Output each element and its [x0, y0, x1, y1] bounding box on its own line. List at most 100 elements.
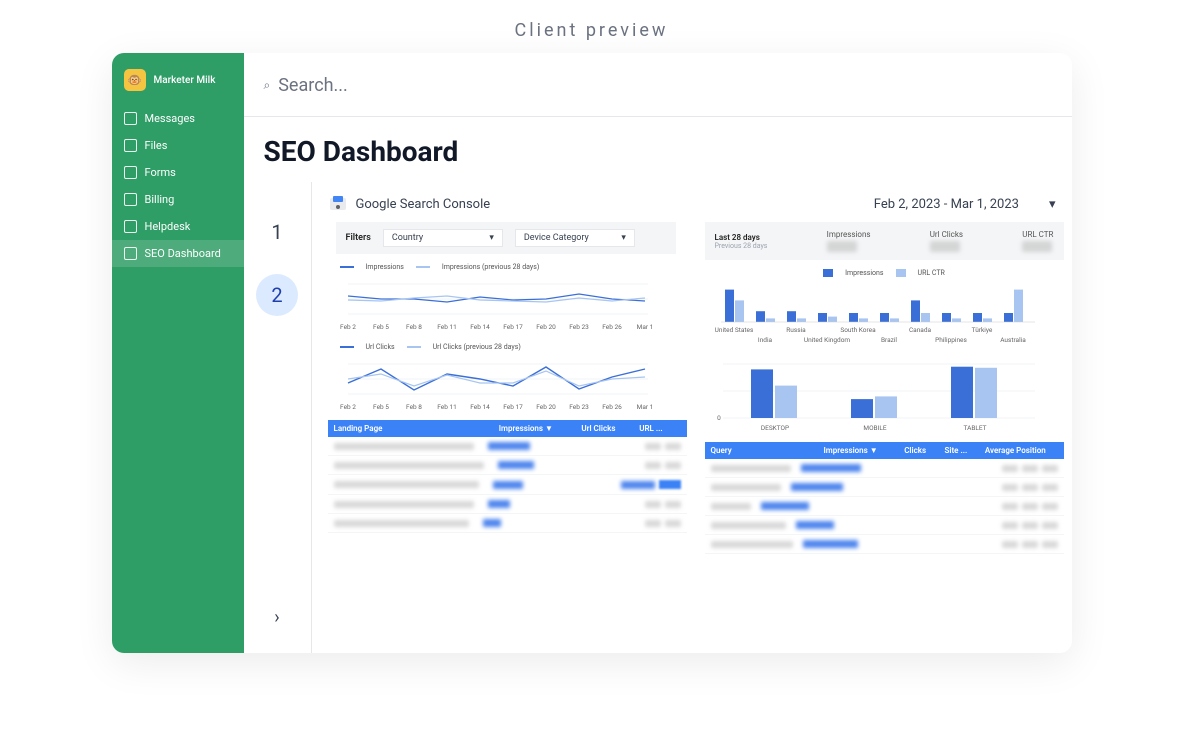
svg-text:Canada: Canada: [908, 326, 931, 334]
sidebar-item-forms[interactable]: Forms: [112, 159, 244, 186]
table-row[interactable]: [328, 456, 687, 475]
svg-text:Russia: Russia: [786, 326, 806, 334]
sidebar-item-seo-dashboard[interactable]: SEO Dashboard: [112, 240, 244, 267]
kpi-period-label: Last 28 days: [715, 233, 768, 242]
landing-page-table: Landing Page Impressions ▼ Url Clicks UR…: [328, 420, 687, 533]
book-icon: [124, 220, 137, 233]
sidebar-item-billing[interactable]: Billing: [112, 186, 244, 213]
country-filter[interactable]: Country▾: [383, 229, 503, 247]
svg-text:Australia: Australia: [1000, 336, 1026, 344]
col-impressions[interactable]: Impressions ▼: [823, 446, 904, 455]
svg-text:Mar 1: Mar 1: [636, 403, 653, 411]
legend-swatch: [896, 269, 906, 277]
svg-text:Feb 11: Feb 11: [437, 403, 457, 411]
google-search-console-icon: [328, 194, 348, 214]
chevron-right-icon[interactable]: ›: [274, 607, 279, 628]
impressions-line-chart: Impressions Impressions (previous 28 day…: [328, 260, 687, 334]
filters-label: Filters: [346, 233, 371, 243]
sidebar-item-label: Forms: [145, 166, 176, 179]
table-row[interactable]: [328, 514, 687, 533]
device-filter[interactable]: Device Category▾: [515, 229, 635, 247]
brand-name: Marketer Milk: [154, 75, 216, 86]
table-row[interactable]: [705, 478, 1064, 497]
embedded-dashboard: Google Search Console Feb 2, 2023 - Mar …: [312, 182, 1072, 653]
table-row[interactable]: [705, 516, 1064, 535]
card-icon: [124, 193, 137, 206]
svg-text:Feb 8: Feb 8: [406, 403, 422, 411]
legend-label: Url Clicks: [366, 343, 395, 351]
dashboard-source-title: Google Search Console: [356, 197, 491, 212]
query-table: Query Impressions ▼ Clicks Site ... Aver…: [705, 442, 1064, 554]
brand-logo-icon: 🐵: [124, 69, 146, 91]
sidebar-item-messages[interactable]: Messages: [112, 105, 244, 132]
svg-text:Türkiye: Türkiye: [971, 326, 992, 334]
svg-text:United Kingdom: United Kingdom: [803, 336, 850, 344]
step-1[interactable]: 1: [271, 220, 282, 244]
svg-text:Feb 17: Feb 17: [503, 403, 523, 411]
gsc-brand: Google Search Console: [328, 194, 491, 214]
svg-text:TABLET: TABLET: [963, 424, 986, 432]
kpi-ctr: URL CTR: [1022, 230, 1053, 252]
step-2[interactable]: 2: [256, 274, 298, 316]
legend-label: Impressions: [845, 269, 883, 277]
table-row[interactable]: [328, 437, 687, 456]
table-header: Landing Page Impressions ▼ Url Clicks UR…: [328, 420, 687, 437]
svg-text:Feb 23: Feb 23: [569, 323, 589, 331]
svg-text:Feb 14: Feb 14: [470, 403, 490, 411]
table-row[interactable]: [705, 459, 1064, 478]
svg-text:Feb 2: Feb 2: [340, 323, 356, 331]
table-row[interactable]: [705, 497, 1064, 516]
col-url[interactable]: URL ...: [639, 424, 680, 433]
col-impressions[interactable]: Impressions ▼: [499, 424, 582, 433]
svg-text:Feb 17: Feb 17: [503, 323, 523, 331]
clicks-line-chart: Url Clicks Url Clicks (previous 28 days)…: [328, 340, 687, 414]
table-row[interactable]: [328, 495, 687, 514]
legend-label: Url Clicks (previous 28 days): [433, 343, 521, 351]
sidebar-item-label: Helpdesk: [145, 220, 191, 233]
message-icon: [124, 112, 137, 125]
brand[interactable]: 🐵 Marketer Milk: [112, 65, 244, 105]
sidebar-item-label: Messages: [145, 112, 195, 125]
main-content: ⌕ Search... SEO Dashboard 1 2 › Google S…: [244, 53, 1072, 653]
svg-text:Feb 20: Feb 20: [536, 403, 556, 411]
clipboard-icon: [124, 166, 137, 179]
col-site[interactable]: Site ...: [945, 446, 985, 455]
svg-text:India: India: [757, 336, 772, 344]
sidebar-item-helpdesk[interactable]: Helpdesk: [112, 213, 244, 240]
sidebar-item-files[interactable]: Files: [112, 132, 244, 159]
svg-text:Feb 5: Feb 5: [373, 323, 389, 331]
date-range-picker[interactable]: Feb 2, 2023 - Mar 1, 2023 ▾: [874, 197, 1056, 212]
col-landing-page[interactable]: Landing Page: [334, 424, 499, 433]
svg-text:Philippines: Philippines: [935, 336, 967, 344]
search-bar[interactable]: ⌕ Search...: [244, 53, 1072, 117]
filters-bar: Filters Country▾ Device Category▾: [336, 222, 676, 254]
svg-text:MOBILE: MOBILE: [863, 424, 886, 432]
date-range-label: Feb 2, 2023 - Mar 1, 2023: [874, 197, 1019, 212]
svg-text:Brazil: Brazil: [880, 336, 896, 344]
folder-icon: [124, 139, 137, 152]
table-row[interactable]: [705, 535, 1064, 554]
legend-swatch: [823, 269, 833, 277]
legend-swatch: [340, 346, 354, 348]
col-clicks[interactable]: Url Clicks: [581, 424, 639, 433]
presentation-icon: [124, 247, 137, 260]
kpi-clicks: Url Clicks: [930, 230, 963, 252]
svg-text:Feb 5: Feb 5: [373, 403, 389, 411]
dashboard-header: Google Search Console Feb 2, 2023 - Mar …: [320, 190, 1072, 222]
table-row[interactable]: [328, 475, 687, 495]
col-query[interactable]: Query: [711, 446, 824, 455]
device-bar-chart: 0 DESKTOP MOBILE TABLET: [705, 356, 1064, 436]
col-avg-position[interactable]: Average Position: [985, 446, 1058, 455]
chevron-down-icon: ▾: [489, 233, 494, 243]
legend-swatch: [340, 266, 354, 268]
svg-text:Feb 2: Feb 2: [340, 403, 356, 411]
svg-text:South Korea: South Korea: [840, 326, 876, 334]
sidebar-item-label: Files: [145, 139, 168, 152]
svg-text:Feb 23: Feb 23: [569, 403, 589, 411]
table-header: Query Impressions ▼ Clicks Site ... Aver…: [705, 442, 1064, 459]
svg-text:Feb 20: Feb 20: [536, 323, 556, 331]
col-clicks[interactable]: Clicks: [904, 446, 944, 455]
svg-text:Feb 8: Feb 8: [406, 323, 422, 331]
svg-text:0: 0: [717, 414, 721, 422]
svg-text:Feb 26: Feb 26: [602, 403, 622, 411]
